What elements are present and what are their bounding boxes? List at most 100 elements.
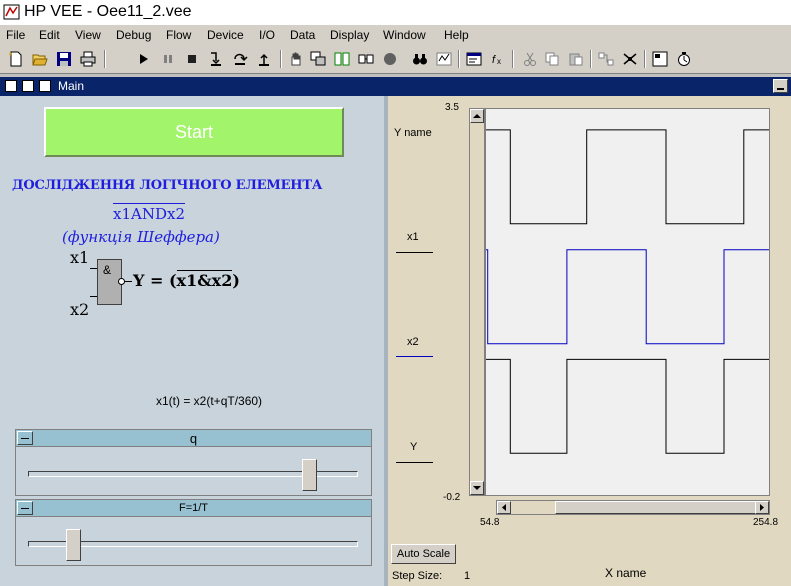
- experiment-heading: ДОСЛІДЖЕННЯ ЛОГІЧНОГО ЕЛЕМЕНТА: [12, 178, 323, 193]
- slider-f-panel: F=1/T: [15, 499, 372, 566]
- arrow-right-icon: [760, 504, 764, 511]
- gate-output-prefix: Y = (: [133, 271, 177, 290]
- toolbar: fx: [0, 45, 791, 74]
- step-size-label: Step Size:: [392, 570, 443, 582]
- menu-bar: File Edit View Debug Flow Device I/O Dat…: [0, 25, 791, 45]
- trace-x2-waveform: [486, 249, 769, 345]
- toolbar-separator: [104, 50, 106, 68]
- phase-equation: x1(t) = x2(t+qT/360): [156, 394, 263, 408]
- copy-icon[interactable]: [544, 51, 560, 67]
- clean-up-icon[interactable]: [622, 51, 638, 67]
- tile-icon[interactable]: [334, 51, 350, 67]
- formula-label: x1ANDx2: [113, 203, 185, 223]
- panel-view-icon[interactable]: [652, 51, 668, 67]
- trace-y-label[interactable]: Y: [410, 441, 417, 453]
- run-icon[interactable]: [136, 51, 152, 67]
- gate-output-negated: x1&x2: [176, 270, 233, 290]
- main-window-title-bar: Main: [0, 77, 791, 96]
- y-scrollbar[interactable]: [469, 108, 485, 496]
- slider-q-panel: q: [15, 429, 372, 496]
- menu-display[interactable]: Display: [330, 28, 369, 42]
- svg-text:x: x: [497, 57, 501, 66]
- y-scroll-up-button[interactable]: [470, 109, 484, 123]
- arrow-left-icon: [502, 504, 506, 511]
- gate-input-wire-1: [90, 268, 97, 269]
- auto-scale-button[interactable]: Auto Scale: [391, 544, 456, 564]
- print-icon[interactable]: [80, 51, 96, 67]
- toolbar-separator: [458, 50, 460, 68]
- binoculars-icon[interactable]: [412, 51, 428, 67]
- gate-input-x2-label: x2: [70, 300, 90, 319]
- menu-window[interactable]: Window: [383, 28, 426, 42]
- panel-view-toggle-icon[interactable]: [39, 80, 51, 92]
- detail-view-icon[interactable]: [22, 80, 34, 92]
- menu-view[interactable]: View: [75, 28, 101, 42]
- trace-x1-legend-line: [396, 252, 433, 253]
- cascade-icon[interactable]: [310, 51, 326, 67]
- menu-help[interactable]: Help: [444, 28, 469, 42]
- step-out-icon[interactable]: [256, 51, 272, 67]
- arrow-up-icon: [473, 114, 481, 118]
- gate-input-wire-2: [90, 296, 97, 297]
- breakpoint-icon[interactable]: [382, 51, 398, 67]
- window-menu-icon[interactable]: [5, 80, 17, 92]
- step-over-icon[interactable]: [232, 51, 248, 67]
- hand-icon[interactable]: [288, 51, 304, 67]
- x-scroll-thumb[interactable]: [555, 501, 765, 514]
- save-icon[interactable]: [56, 51, 72, 67]
- timer-icon[interactable]: [676, 51, 692, 67]
- slider-q-label: q: [189, 431, 198, 446]
- function-icon[interactable]: fx: [490, 51, 506, 67]
- step-size-value: 1: [464, 570, 471, 582]
- trace-y-waveform: [486, 358, 769, 454]
- slider-q-header: q: [16, 430, 371, 447]
- x-max-label: 254.8: [753, 517, 779, 528]
- trace-x2-legend-line: [396, 356, 433, 357]
- menu-file[interactable]: File: [6, 28, 25, 42]
- toolbar-separator: [590, 50, 592, 68]
- gate-output-wire: [125, 281, 132, 282]
- y-scroll-down-button[interactable]: [470, 481, 484, 495]
- slider-q-collapse-button[interactable]: [17, 431, 33, 445]
- slider-f-header: F=1/T: [16, 500, 371, 517]
- x-scroll-right-button[interactable]: [755, 501, 769, 514]
- function-subtitle: (функція Шеффера): [62, 228, 220, 246]
- properties-icon[interactable]: [466, 51, 482, 67]
- slider-f-thumb[interactable]: [65, 529, 81, 561]
- slider-f-collapse-button[interactable]: [17, 501, 33, 515]
- line-probe-icon[interactable]: [358, 51, 374, 67]
- title-bar: HP VEE - Oee11_2.vee: [0, 0, 791, 25]
- menu-io[interactable]: I/O: [259, 28, 275, 42]
- menu-data[interactable]: Data: [290, 28, 315, 42]
- trace-x1-label[interactable]: x1: [407, 231, 419, 243]
- trace-x2-label[interactable]: x2: [407, 336, 419, 348]
- menu-device[interactable]: Device: [207, 28, 244, 42]
- plot-area[interactable]: [485, 108, 770, 496]
- slider-q-thumb[interactable]: [302, 459, 318, 491]
- arrow-down-icon: [473, 486, 481, 490]
- y-max-label: 3.5: [445, 102, 459, 113]
- stop-icon[interactable]: [184, 51, 200, 67]
- trace-x1-waveform: [486, 129, 769, 225]
- open-folder-icon[interactable]: [32, 51, 48, 67]
- pause-icon[interactable]: [160, 51, 176, 67]
- step-into-icon[interactable]: [208, 51, 224, 67]
- new-file-icon[interactable]: [8, 51, 24, 67]
- menu-flow[interactable]: Flow: [166, 28, 191, 42]
- gate-output-expression: Y = (x1&x2): [133, 270, 240, 290]
- gate-input-x1-label: x1: [70, 248, 90, 267]
- main-window-title: Main: [58, 79, 85, 93]
- paste-icon[interactable]: [568, 51, 584, 67]
- minimize-button[interactable]: [773, 79, 788, 93]
- start-button[interactable]: Start: [44, 107, 344, 157]
- toolbar-separator: [512, 50, 514, 68]
- menu-edit[interactable]: Edit: [39, 28, 60, 42]
- menu-debug[interactable]: Debug: [116, 28, 151, 42]
- y-min-label: -0.2: [443, 492, 461, 503]
- x-scrollbar[interactable]: [496, 500, 770, 515]
- line-route-icon[interactable]: [598, 51, 614, 67]
- x-scroll-left-button[interactable]: [497, 501, 511, 514]
- data-trace-icon[interactable]: [436, 51, 452, 67]
- toolbar-separator: [644, 50, 646, 68]
- cut-icon[interactable]: [522, 51, 538, 67]
